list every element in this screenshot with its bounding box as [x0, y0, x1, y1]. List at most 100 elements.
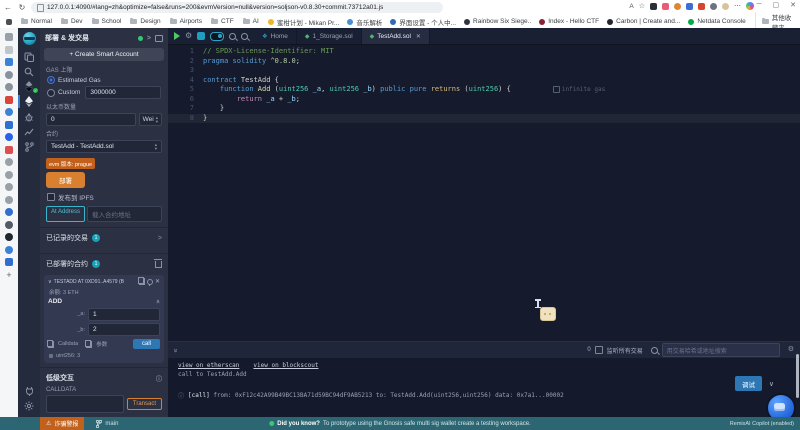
edge-tab-home-icon[interactable]	[5, 33, 13, 41]
extension-pink-icon[interactable]	[662, 3, 669, 10]
sidebar-item-deploy-run[interactable]	[18, 94, 40, 109]
call-button[interactable]: call	[133, 339, 160, 349]
sidebar-item-plugin-manager[interactable]	[18, 383, 40, 398]
bookmark-site[interactable]: Carbon | Create and...	[607, 18, 680, 25]
bookmark-site[interactable]: Netdata Console	[688, 18, 745, 25]
close-tab-icon[interactable]: ✕	[416, 33, 421, 40]
listen-all-checkbox[interactable]	[595, 346, 603, 354]
bookmark-site[interactable]: Rainbow Six Siege..	[464, 18, 531, 25]
bookmark-site[interactable]: Index - Hello CTF	[539, 18, 599, 25]
terminal-search-input[interactable]: 用交易哈希或地址搜索	[662, 343, 780, 357]
at-address-button[interactable]: At Address	[46, 206, 85, 222]
remix-logo-icon[interactable]	[23, 32, 36, 45]
edge-tab-tab-blue-sq-icon[interactable]	[5, 121, 13, 129]
arg-value-input[interactable]: 2	[88, 323, 160, 336]
edge-tab-tab-dark-1-icon[interactable]	[5, 221, 13, 229]
collapse-chevron-icon[interactable]: ∨	[48, 279, 52, 285]
scrollbar-thumb[interactable]	[796, 354, 799, 398]
tab-home[interactable]: ❖Home	[254, 28, 297, 44]
close-button[interactable]: ✕	[790, 1, 796, 9]
sidebar-item-file-explorer[interactable]	[18, 49, 40, 64]
debug-button[interactable]: 调试	[735, 376, 762, 391]
edge-tab-tab-blue-dot-icon[interactable]	[5, 133, 13, 141]
edge-tab-tab-circle-4-icon[interactable]	[5, 171, 13, 179]
sidebar-toggle-icon[interactable]	[6, 19, 12, 25]
tab-1-storage-sol[interactable]: ◆1_Storage.sol	[297, 28, 362, 44]
extension-blue-icon[interactable]	[686, 3, 693, 10]
info-icon[interactable]: ⓘ	[156, 374, 162, 383]
params-label[interactable]: 参数	[96, 340, 107, 348]
edge-tab-tab-active-blue-icon[interactable]	[5, 208, 13, 216]
expand-chevron-icon[interactable]: >	[158, 235, 162, 242]
radio-selected-icon[interactable]	[47, 76, 55, 84]
tab-testadd-sol[interactable]: ◆TestAdd.sol✕	[362, 28, 430, 44]
transact-button[interactable]: Transact	[127, 398, 162, 410]
value-unit-select[interactable]: Wei ▴▾	[139, 113, 162, 126]
sidebar-item-settings[interactable]	[18, 398, 40, 413]
code-editor[interactable]: 1// SPDX-License-Identifier: MIT2pragma …	[168, 44, 800, 341]
sidebar-item-statistics[interactable]	[18, 124, 40, 139]
terminal-settings-icon[interactable]: ⚙	[788, 346, 794, 354]
at-address-input[interactable]: 载入合约地址	[87, 206, 162, 222]
edge-tab-tab-red-sq-icon[interactable]	[5, 146, 13, 154]
address-bar[interactable]: 127.0.0.1:4090/#lang=zh&optimize=false&r…	[31, 2, 443, 13]
maximize-button[interactable]: ▢	[773, 1, 780, 9]
bookmark-folder[interactable]: Dev	[61, 18, 83, 25]
remixai-copilot-status[interactable]: RemixAI Copilot (enabled)	[730, 421, 794, 427]
copilot-icon[interactable]	[746, 2, 754, 10]
forward-chevron-icon[interactable]: >	[147, 35, 151, 42]
add-tab-icon[interactable]: +	[6, 271, 11, 279]
bookmark-folder[interactable]: Design	[130, 18, 160, 25]
edge-tab-tab-blue-a-icon[interactable]	[5, 108, 13, 116]
remix-ai-icon[interactable]	[197, 32, 205, 40]
radio-unselected-icon[interactable]	[47, 89, 55, 97]
extension-dark-icon[interactable]	[650, 3, 657, 10]
deploy-button[interactable]: 部署	[46, 172, 85, 188]
compile-gear-icon[interactable]: ⚙	[185, 32, 192, 40]
transaction-log-row[interactable]: ⓘ [call] from: 0xF12c42A99B49BC13BA71d59…	[178, 391, 800, 400]
bookmark-site[interactable]: 蜜柑计划 - Mikan Pr...	[268, 17, 339, 27]
copy-icon[interactable]	[139, 278, 145, 285]
instance-address-label[interactable]: TESTADD AT 0XD91..A4579 (B	[54, 279, 137, 285]
copy-calldata-icon[interactable]	[48, 341, 54, 348]
pin-panel-icon[interactable]	[155, 35, 163, 42]
trash-icon[interactable]	[155, 261, 162, 268]
log-expand-chevron-icon[interactable]: ∨	[769, 380, 774, 388]
extension-red-icon[interactable]	[698, 3, 705, 10]
edge-tab-tab-blue-icon[interactable]	[5, 58, 13, 66]
read-aloud-icon[interactable]: A	[629, 3, 633, 10]
calldata-label[interactable]: Calldata	[58, 341, 78, 347]
stepper-icon[interactable]: ▴▾	[156, 116, 158, 123]
edge-tab-tab-gray-icon[interactable]	[5, 46, 13, 54]
contract-select[interactable]: TestAdd - TestAdd.sol ▴▾	[46, 140, 162, 153]
zoom-in-icon[interactable]	[241, 33, 248, 40]
value-input[interactable]: 0	[46, 113, 136, 126]
profile-avatar-icon[interactable]	[674, 3, 681, 10]
checkbox-icon[interactable]	[47, 193, 55, 201]
edge-tab-tab-circle-5-icon[interactable]	[5, 183, 13, 191]
bookmark-site[interactable]: 界面设置 - 个人中...	[390, 17, 456, 27]
terminal-expand-icon[interactable]: «	[172, 348, 179, 352]
bookmark-folder[interactable]: School	[92, 18, 122, 25]
edge-tab-tab-blue-sq2-icon[interactable]	[5, 258, 13, 266]
url-text[interactable]: 127.0.0.1:4090/#lang=zh&optimize=false&r…	[47, 4, 383, 11]
extension-gray-icon[interactable]	[710, 3, 717, 10]
scam-alert-badge[interactable]: ⚠ 诈骗警报	[40, 417, 84, 430]
sidebar-item-solidity-compiler[interactable]: ✓	[18, 79, 40, 94]
bookmark-folder[interactable]: AI	[243, 18, 259, 25]
recorded-transactions-section[interactable]: 已记录的交易 1 >	[40, 228, 168, 248]
copy-params-icon[interactable]	[86, 341, 92, 348]
edge-tab-tab-circle-1-icon[interactable]	[5, 71, 13, 79]
terminal-link[interactable]: view on etherscan	[178, 362, 239, 369]
bookmark-folder[interactable]: Airports	[170, 18, 202, 25]
sidebar-item-git[interactable]	[18, 139, 40, 154]
reload-icon[interactable]: ↻	[17, 3, 27, 12]
sidebar-item-debugger[interactable]	[18, 109, 40, 124]
edge-tab-tab-blue-a2-icon[interactable]	[5, 246, 13, 254]
edge-tab-tab-circle-2-icon[interactable]	[5, 83, 13, 91]
bookmark-folder[interactable]: CTF	[211, 18, 234, 25]
edge-tab-tab-circle-6-icon[interactable]	[5, 196, 13, 204]
page-info-icon[interactable]	[37, 4, 44, 12]
zoom-out-icon[interactable]	[229, 33, 236, 40]
minimize-button[interactable]: ─	[757, 1, 762, 9]
